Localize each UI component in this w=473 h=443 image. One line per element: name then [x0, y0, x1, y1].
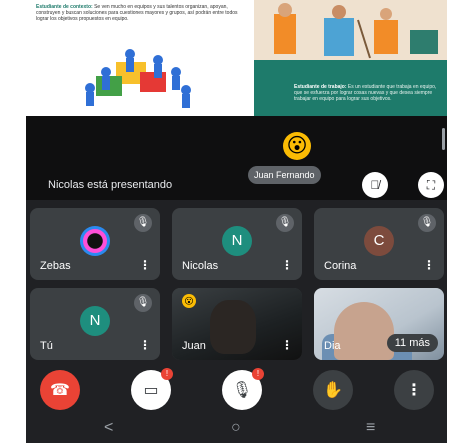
phone-hangup-icon: ☎ — [50, 382, 70, 399]
presentation-slide[interactable]: Estudiante de contexto: Se ven mucho en … — [26, 0, 447, 116]
surprised-reaction: 😮 — [283, 132, 311, 160]
more-vert-icon: ⋮ — [406, 382, 422, 399]
participant-name: Juan — [182, 340, 206, 352]
recent-apps-icon[interactable]: ≡ — [366, 418, 375, 438]
participant-name: Dia — [324, 340, 341, 352]
more-options-icon[interactable]: ⋮ — [280, 338, 294, 352]
system-navigation-bar: < ○ ≡ — [26, 414, 447, 443]
participant-tile-video[interactable]: Dia 11 más — [314, 288, 444, 360]
avatar: N — [222, 226, 252, 256]
participant-name: Nicolas — [182, 260, 219, 272]
participant-name: Tú — [40, 340, 53, 352]
mic-off-icon: 🎙 — [231, 382, 253, 399]
mic-warning-badge: ! — [252, 368, 264, 380]
participant-tile-video[interactable]: 😮 Juan ⋮ — [172, 288, 302, 360]
mic-off-icon: 🎙 — [418, 214, 436, 232]
presenter-muted-button[interactable]: 🎙̸ — [362, 172, 388, 198]
participant-tile[interactable]: 🎙 N Nicolas ⋮ — [172, 208, 302, 280]
camera-off-icon: ▭ — [143, 382, 159, 399]
fullscreen-icon: ⛶ — [426, 177, 436, 192]
hand-icon: ✋ — [323, 382, 343, 399]
mic-toggle-button[interactable]: 🎙 ! — [222, 368, 264, 410]
mic-off-icon: 🎙̸ — [370, 178, 380, 192]
camera-warning-badge: ! — [161, 368, 173, 380]
more-options-button[interactable]: ⋮ — [394, 370, 434, 410]
mic-off-icon: 🎙 — [276, 214, 294, 232]
participant-tile-self[interactable]: 🎙 N Tú ⋮ — [30, 288, 160, 360]
participant-video-figure — [334, 302, 394, 360]
presenting-label: Nicolas está presentando — [48, 179, 173, 191]
more-options-icon[interactable]: ⋮ — [280, 258, 294, 272]
avatar: C — [364, 226, 394, 256]
puzzle-people-illustration — [85, 49, 191, 108]
slide-left-text: Estudiante de contexto: Se ven mucho en … — [36, 4, 246, 22]
camera-toggle-button[interactable]: ▭ ! — [131, 368, 173, 410]
more-options-icon[interactable]: ⋮ — [138, 338, 152, 352]
more-participants-badge[interactable]: 11 más — [386, 334, 438, 352]
mic-off-icon: 🎙 — [134, 294, 152, 312]
participant-tile[interactable]: 🎙 Zebas ⋮ — [30, 208, 160, 280]
slide-right-text: Estudiante de trabajo: Es un estudiante … — [294, 84, 442, 102]
more-options-icon[interactable]: ⋮ — [422, 258, 436, 272]
more-options-icon[interactable]: ⋮ — [138, 258, 152, 272]
fullscreen-button[interactable]: ⛶ — [418, 172, 444, 198]
raise-hand-button[interactable]: ✋ — [313, 370, 353, 410]
participant-name: Corina — [324, 260, 357, 272]
participant-name: Zebas — [40, 260, 71, 272]
end-call-button[interactable]: ☎ — [40, 370, 80, 410]
slide-right-panel: Estudiante de trabajo: Es un estudiante … — [254, 0, 447, 116]
speaker-name-tooltip: Juan Fernando — [248, 166, 321, 184]
meet-app: Estudiante de contexto: Se ven mucho en … — [26, 0, 447, 443]
surprised-reaction-icon: 😮 — [182, 294, 196, 308]
scroll-indicator[interactable] — [442, 128, 445, 150]
participant-tile[interactable]: 🎙 C Corina ⋮ — [314, 208, 444, 280]
home-nav-icon[interactable]: ○ — [231, 418, 241, 438]
call-controls: ☎ ▭ ! 🎙 ! ✋ ⋮ — [26, 366, 447, 414]
avatar — [80, 226, 110, 256]
mic-off-icon: 🎙 — [134, 214, 152, 232]
slide-left-panel: Estudiante de contexto: Se ven mucho en … — [26, 0, 254, 116]
avatar: N — [80, 306, 110, 336]
back-nav-icon[interactable]: < — [104, 418, 113, 438]
cleaning-illustration — [254, 0, 447, 60]
participant-video-figure — [210, 300, 256, 354]
